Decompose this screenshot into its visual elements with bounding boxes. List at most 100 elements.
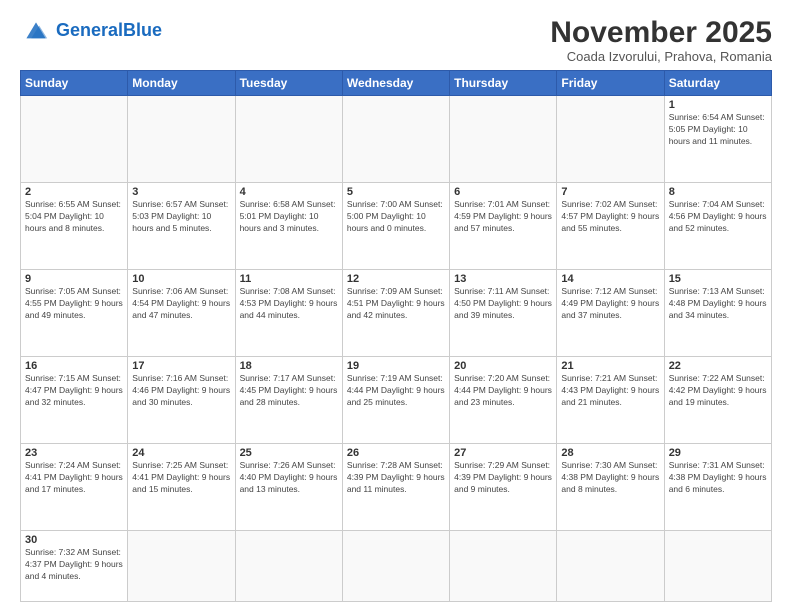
day-number: 30	[25, 534, 123, 546]
table-row	[128, 96, 235, 183]
day-info: Sunrise: 6:58 AM Sunset: 5:01 PM Dayligh…	[240, 199, 338, 235]
table-row: 24Sunrise: 7:25 AM Sunset: 4:41 PM Dayli…	[128, 444, 235, 531]
day-info: Sunrise: 7:16 AM Sunset: 4:46 PM Dayligh…	[132, 373, 230, 409]
logo-icon	[20, 16, 52, 44]
day-number: 6	[454, 186, 552, 198]
table-row: 21Sunrise: 7:21 AM Sunset: 4:43 PM Dayli…	[557, 357, 664, 444]
table-row	[235, 531, 342, 602]
day-number: 25	[240, 447, 338, 459]
day-info: Sunrise: 7:24 AM Sunset: 4:41 PM Dayligh…	[25, 460, 123, 496]
table-row: 18Sunrise: 7:17 AM Sunset: 4:45 PM Dayli…	[235, 357, 342, 444]
day-info: Sunrise: 7:09 AM Sunset: 4:51 PM Dayligh…	[347, 286, 445, 322]
day-number: 16	[25, 360, 123, 372]
table-row: 8Sunrise: 7:04 AM Sunset: 4:56 PM Daylig…	[664, 183, 771, 270]
day-number: 14	[561, 273, 659, 285]
table-row	[557, 96, 664, 183]
table-row: 11Sunrise: 7:08 AM Sunset: 4:53 PM Dayli…	[235, 270, 342, 357]
day-number: 1	[669, 99, 767, 111]
day-number: 9	[25, 273, 123, 285]
day-number: 8	[669, 186, 767, 198]
logo-blue: Blue	[123, 20, 162, 40]
header: GeneralBlue November 2025 Coada Izvorulu…	[20, 16, 772, 64]
table-row: 3Sunrise: 6:57 AM Sunset: 5:03 PM Daylig…	[128, 183, 235, 270]
day-number: 11	[240, 273, 338, 285]
day-info: Sunrise: 7:04 AM Sunset: 4:56 PM Dayligh…	[669, 199, 767, 235]
col-monday: Monday	[128, 71, 235, 96]
day-number: 5	[347, 186, 445, 198]
table-row: 25Sunrise: 7:26 AM Sunset: 4:40 PM Dayli…	[235, 444, 342, 531]
day-info: Sunrise: 7:31 AM Sunset: 4:38 PM Dayligh…	[669, 460, 767, 496]
table-row: 7Sunrise: 7:02 AM Sunset: 4:57 PM Daylig…	[557, 183, 664, 270]
day-number: 26	[347, 447, 445, 459]
logo: GeneralBlue	[20, 16, 162, 44]
day-info: Sunrise: 7:19 AM Sunset: 4:44 PM Dayligh…	[347, 373, 445, 409]
day-info: Sunrise: 7:00 AM Sunset: 5:00 PM Dayligh…	[347, 199, 445, 235]
day-info: Sunrise: 7:05 AM Sunset: 4:55 PM Dayligh…	[25, 286, 123, 322]
col-tuesday: Tuesday	[235, 71, 342, 96]
day-number: 28	[561, 447, 659, 459]
day-info: Sunrise: 7:28 AM Sunset: 4:39 PM Dayligh…	[347, 460, 445, 496]
table-row: 2Sunrise: 6:55 AM Sunset: 5:04 PM Daylig…	[21, 183, 128, 270]
table-row: 4Sunrise: 6:58 AM Sunset: 5:01 PM Daylig…	[235, 183, 342, 270]
day-info: Sunrise: 7:21 AM Sunset: 4:43 PM Dayligh…	[561, 373, 659, 409]
table-row: 16Sunrise: 7:15 AM Sunset: 4:47 PM Dayli…	[21, 357, 128, 444]
day-number: 15	[669, 273, 767, 285]
day-info: Sunrise: 7:20 AM Sunset: 4:44 PM Dayligh…	[454, 373, 552, 409]
day-info: Sunrise: 7:12 AM Sunset: 4:49 PM Dayligh…	[561, 286, 659, 322]
day-number: 10	[132, 273, 230, 285]
logo-text: GeneralBlue	[56, 21, 162, 39]
day-number: 22	[669, 360, 767, 372]
day-info: Sunrise: 7:26 AM Sunset: 4:40 PM Dayligh…	[240, 460, 338, 496]
day-info: Sunrise: 7:17 AM Sunset: 4:45 PM Dayligh…	[240, 373, 338, 409]
table-row: 13Sunrise: 7:11 AM Sunset: 4:50 PM Dayli…	[450, 270, 557, 357]
month-title: November 2025	[550, 16, 772, 49]
day-number: 27	[454, 447, 552, 459]
day-number: 12	[347, 273, 445, 285]
table-row	[342, 531, 449, 602]
col-friday: Friday	[557, 71, 664, 96]
table-row: 6Sunrise: 7:01 AM Sunset: 4:59 PM Daylig…	[450, 183, 557, 270]
day-info: Sunrise: 7:13 AM Sunset: 4:48 PM Dayligh…	[669, 286, 767, 322]
table-row: 26Sunrise: 7:28 AM Sunset: 4:39 PM Dayli…	[342, 444, 449, 531]
table-row: 17Sunrise: 7:16 AM Sunset: 4:46 PM Dayli…	[128, 357, 235, 444]
day-info: Sunrise: 7:22 AM Sunset: 4:42 PM Dayligh…	[669, 373, 767, 409]
col-sunday: Sunday	[21, 71, 128, 96]
day-info: Sunrise: 7:15 AM Sunset: 4:47 PM Dayligh…	[25, 373, 123, 409]
day-number: 17	[132, 360, 230, 372]
table-row	[342, 96, 449, 183]
logo-general: General	[56, 20, 123, 40]
table-row	[128, 531, 235, 602]
table-row: 29Sunrise: 7:31 AM Sunset: 4:38 PM Dayli…	[664, 444, 771, 531]
day-number: 19	[347, 360, 445, 372]
day-number: 4	[240, 186, 338, 198]
table-row	[21, 96, 128, 183]
table-row: 23Sunrise: 7:24 AM Sunset: 4:41 PM Dayli…	[21, 444, 128, 531]
table-row	[450, 96, 557, 183]
table-row: 9Sunrise: 7:05 AM Sunset: 4:55 PM Daylig…	[21, 270, 128, 357]
table-row: 14Sunrise: 7:12 AM Sunset: 4:49 PM Dayli…	[557, 270, 664, 357]
table-row	[664, 531, 771, 602]
table-row: 20Sunrise: 7:20 AM Sunset: 4:44 PM Dayli…	[450, 357, 557, 444]
day-info: Sunrise: 7:32 AM Sunset: 4:37 PM Dayligh…	[25, 547, 123, 583]
calendar-table: Sunday Monday Tuesday Wednesday Thursday…	[20, 70, 772, 602]
day-info: Sunrise: 6:57 AM Sunset: 5:03 PM Dayligh…	[132, 199, 230, 235]
day-number: 13	[454, 273, 552, 285]
day-info: Sunrise: 7:25 AM Sunset: 4:41 PM Dayligh…	[132, 460, 230, 496]
day-info: Sunrise: 7:06 AM Sunset: 4:54 PM Dayligh…	[132, 286, 230, 322]
table-row: 5Sunrise: 7:00 AM Sunset: 5:00 PM Daylig…	[342, 183, 449, 270]
table-row	[450, 531, 557, 602]
day-info: Sunrise: 7:01 AM Sunset: 4:59 PM Dayligh…	[454, 199, 552, 235]
day-number: 2	[25, 186, 123, 198]
table-row: 19Sunrise: 7:19 AM Sunset: 4:44 PM Dayli…	[342, 357, 449, 444]
table-row: 1Sunrise: 6:54 AM Sunset: 5:05 PM Daylig…	[664, 96, 771, 183]
table-row	[235, 96, 342, 183]
day-info: Sunrise: 7:11 AM Sunset: 4:50 PM Dayligh…	[454, 286, 552, 322]
day-info: Sunrise: 7:30 AM Sunset: 4:38 PM Dayligh…	[561, 460, 659, 496]
table-row: 28Sunrise: 7:30 AM Sunset: 4:38 PM Dayli…	[557, 444, 664, 531]
calendar-header-row: Sunday Monday Tuesday Wednesday Thursday…	[21, 71, 772, 96]
table-row: 10Sunrise: 7:06 AM Sunset: 4:54 PM Dayli…	[128, 270, 235, 357]
day-info: Sunrise: 7:02 AM Sunset: 4:57 PM Dayligh…	[561, 199, 659, 235]
day-info: Sunrise: 6:55 AM Sunset: 5:04 PM Dayligh…	[25, 199, 123, 235]
day-number: 21	[561, 360, 659, 372]
col-saturday: Saturday	[664, 71, 771, 96]
